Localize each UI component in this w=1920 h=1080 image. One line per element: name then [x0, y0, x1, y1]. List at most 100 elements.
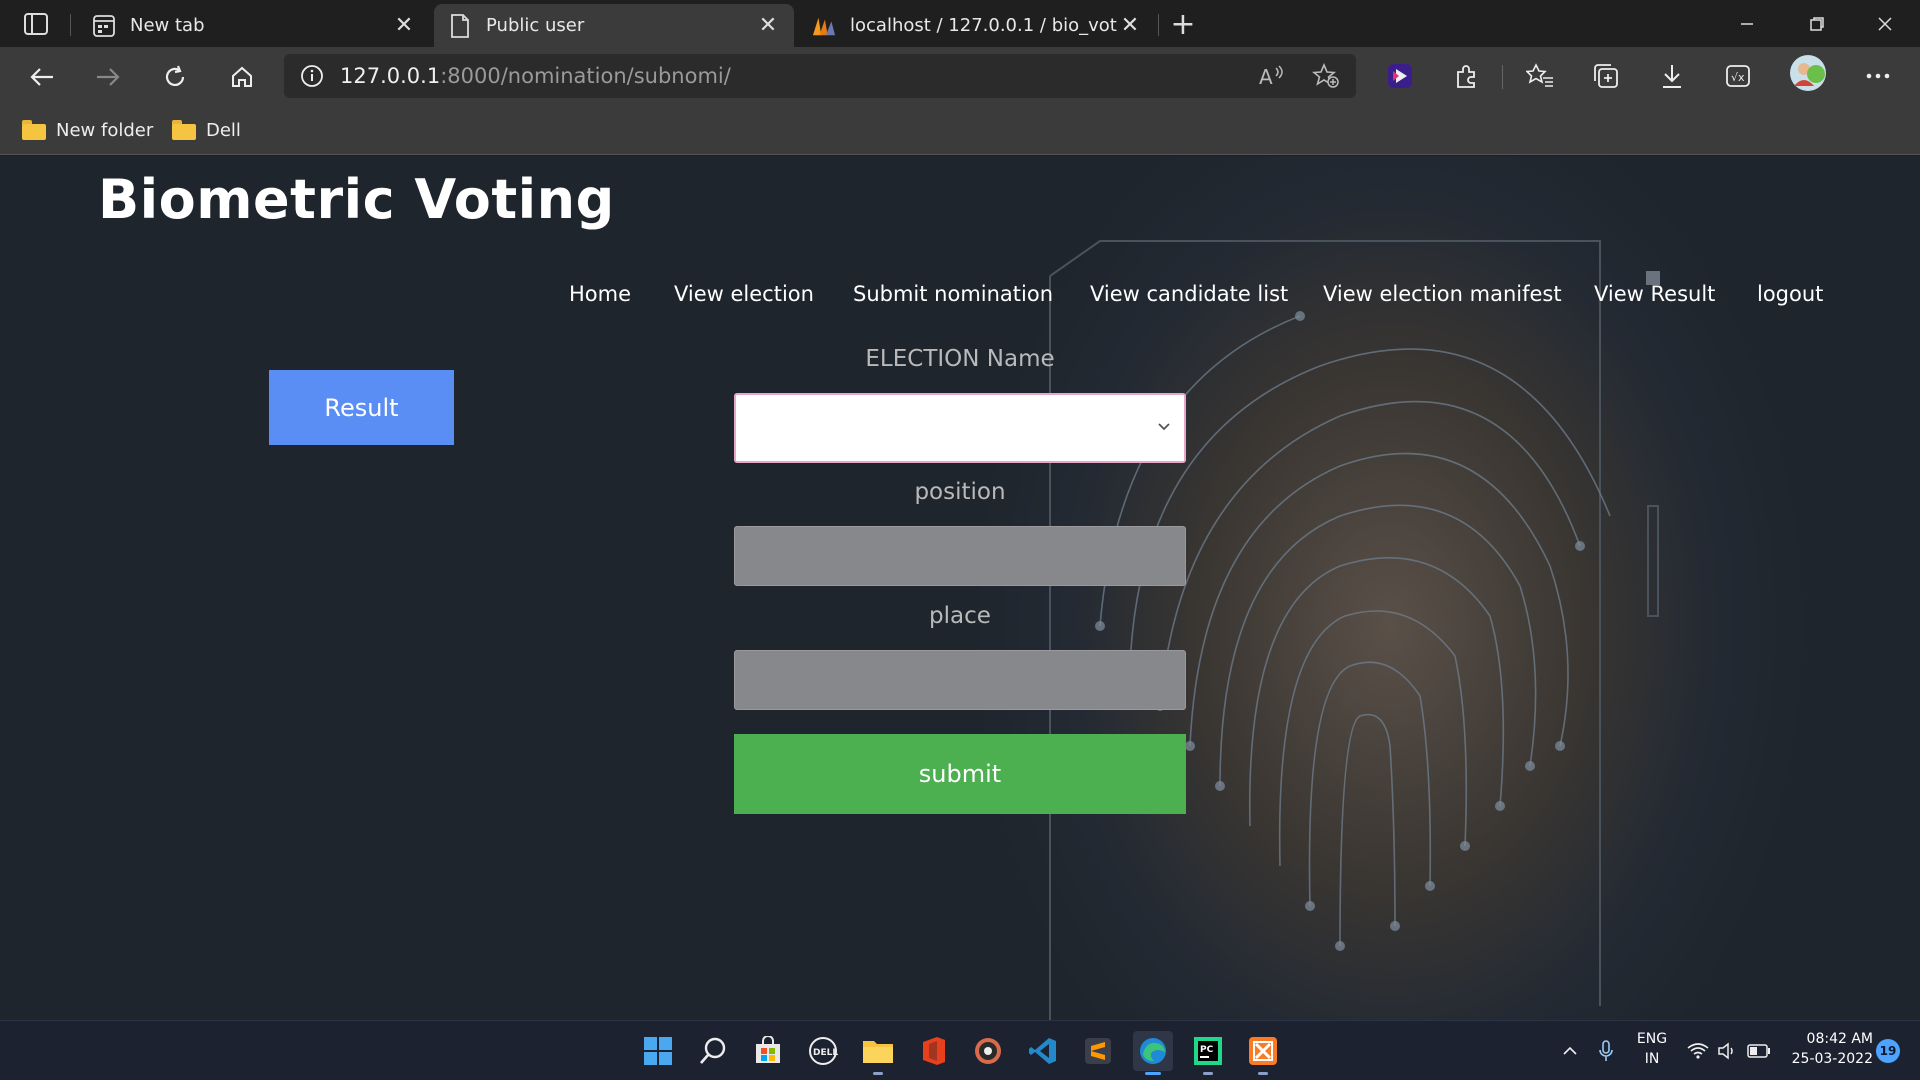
office-icon[interactable] [913, 1031, 953, 1071]
running-indicator [1203, 1072, 1213, 1075]
browser-tab-bar: New tab ✕ Public user ✕ localhost / 127.… [0, 0, 1920, 47]
wifi-icon[interactable] [1684, 1039, 1712, 1063]
language-code: ENG [1636, 1031, 1668, 1047]
site-title: Biometric Voting [98, 168, 615, 231]
folder-icon [22, 120, 46, 140]
tab-new-tab[interactable]: New tab ✕ [78, 4, 430, 47]
active-indicator [1145, 1072, 1161, 1075]
volume-icon[interactable] [1714, 1039, 1740, 1063]
new-tab-button[interactable]: + [1166, 7, 1200, 42]
add-favorite-icon[interactable] [1308, 58, 1344, 94]
media-icon[interactable] [968, 1031, 1008, 1071]
close-window-button[interactable] [1850, 0, 1920, 47]
bookmarks-bar: New folder Dell [0, 105, 1920, 155]
battery-icon[interactable] [1744, 1039, 1774, 1063]
close-icon[interactable]: ✕ [756, 13, 780, 38]
clock-time: 08:42 AM [1806, 1031, 1873, 1047]
address-bar[interactable]: 127.0.0.1:8000/nomination/subnomi/ A [284, 54, 1356, 98]
toolbar-separator [1502, 65, 1503, 89]
bookmark-label: New folder [56, 119, 154, 141]
read-aloud-icon[interactable]: A [1254, 58, 1290, 94]
start-icon[interactable] [638, 1031, 678, 1071]
edge-icon[interactable] [1133, 1031, 1173, 1075]
nav-link-view-election-manifest[interactable]: View election manifest [1323, 282, 1562, 306]
microphone-icon[interactable] [1592, 1039, 1620, 1063]
notification-badge[interactable]: 19 [1876, 1039, 1900, 1063]
tab-public-user[interactable]: Public user ✕ [434, 4, 794, 47]
math-solver-icon[interactable]: √x [1718, 58, 1758, 94]
favorites-icon[interactable] [1520, 58, 1560, 94]
svg-text:PC: PC [1200, 1045, 1214, 1055]
nav-link-home[interactable]: Home [569, 282, 631, 306]
nav-link-submit-nomination[interactable]: Submit nomination [853, 282, 1053, 306]
file-explorer-icon[interactable] [858, 1031, 898, 1075]
tab-separator [1158, 14, 1159, 36]
region-code: IN [1644, 1051, 1660, 1067]
submit-button[interactable]: submit [734, 734, 1186, 814]
profile-avatar[interactable] [1788, 55, 1828, 91]
place-label: place [929, 603, 991, 629]
minimize-button[interactable] [1712, 0, 1782, 47]
result-button[interactable]: Result [269, 370, 454, 445]
search-icon[interactable] [693, 1031, 733, 1071]
close-icon[interactable]: ✕ [392, 13, 416, 38]
refresh-button[interactable] [155, 57, 195, 97]
svg-text:A: A [1259, 65, 1273, 88]
page-content: Biometric Voting Home View election Subm… [0, 156, 1920, 1020]
svg-text:√x: √x [1731, 71, 1745, 84]
url-host: 127.0.0.1 [340, 64, 441, 88]
browser-toolbar: 127.0.0.1:8000/nomination/subnomi/ A √x [0, 47, 1920, 105]
vscode-icon[interactable] [1023, 1031, 1063, 1071]
url-path: :8000/nomination/subnomi/ [440, 64, 731, 88]
clock-date: 25-03-2022 [1791, 1051, 1873, 1067]
bookmark-dell[interactable]: Dell [172, 115, 241, 145]
running-indicator [1258, 1072, 1268, 1075]
bookmark-new-folder[interactable]: New folder [22, 115, 153, 145]
bookmark-label: Dell [206, 119, 241, 141]
download-icon[interactable] [1652, 58, 1692, 94]
more-options-icon[interactable] [1858, 58, 1898, 94]
forward-button[interactable] [88, 57, 128, 97]
extensions-icon[interactable] [1446, 58, 1486, 94]
phpmyadmin-icon [812, 14, 836, 38]
home-button[interactable] [222, 57, 262, 97]
site-navigation: Home View election Submit nomination Vie… [0, 282, 1920, 312]
tab-title: localhost / 127.0.0.1 / bio_voting [850, 15, 1118, 36]
tab-actions-icon[interactable] [16, 10, 56, 38]
nav-link-logout[interactable]: logout [1757, 282, 1823, 306]
election-name-select[interactable] [734, 393, 1186, 463]
nav-link-view-candidate-list[interactable]: View candidate list [1090, 282, 1288, 306]
store-icon[interactable] [748, 1031, 788, 1071]
back-button[interactable] [22, 57, 62, 97]
election-name-label: ELECTION Name [865, 346, 1055, 372]
input-language[interactable]: ENG IN [1632, 1029, 1672, 1069]
windows-taskbar: DELL PC ENG IN 08:42 AM 25-03-2022 19 [0, 1020, 1920, 1080]
running-indicator [873, 1072, 883, 1075]
tab-title: New tab [130, 15, 205, 36]
folder-icon [172, 120, 196, 140]
collections-icon[interactable] [1586, 58, 1626, 94]
nav-link-view-election[interactable]: View election [674, 282, 814, 306]
sublime-icon[interactable] [1078, 1031, 1118, 1071]
svg-text:DELL: DELL [813, 1048, 838, 1058]
place-input[interactable] [734, 650, 1186, 710]
xampp-icon[interactable] [1243, 1031, 1283, 1075]
pycharm-icon[interactable]: PC [1188, 1031, 1228, 1075]
position-label: position [914, 479, 1006, 505]
tab-separator [70, 14, 71, 36]
nav-link-view-result[interactable]: View Result [1594, 282, 1715, 306]
position-input[interactable] [734, 526, 1186, 586]
info-icon[interactable] [290, 54, 334, 98]
chevron-down-icon [1154, 417, 1174, 437]
close-icon[interactable]: ✕ [1118, 13, 1142, 38]
chevron-up-icon[interactable] [1556, 1039, 1584, 1063]
tab-title: Public user [486, 15, 585, 36]
url-text[interactable]: 127.0.0.1:8000/nomination/subnomi/ [340, 64, 731, 88]
system-clock[interactable]: 08:42 AM 25-03-2022 [1783, 1029, 1873, 1069]
extension-video-icon[interactable] [1380, 58, 1420, 94]
dell-icon[interactable]: DELL [803, 1031, 843, 1071]
document-icon [448, 13, 472, 38]
tab-phpmyadmin[interactable]: localhost / 127.0.0.1 / bio_voting ✕ [798, 4, 1156, 47]
new-tab-page-icon [92, 14, 116, 38]
restore-button[interactable] [1782, 0, 1852, 47]
